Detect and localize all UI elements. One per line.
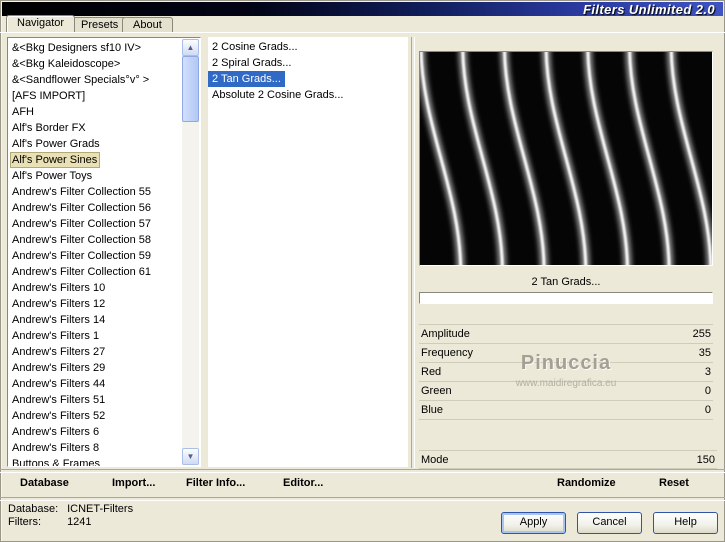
status-filters-label: Filters: bbox=[8, 516, 41, 528]
status-filters-value: 1241 bbox=[67, 516, 92, 528]
apply-button[interactable]: Apply bbox=[501, 512, 566, 534]
randomize-button[interactable]: Randomize bbox=[557, 470, 616, 496]
list-item[interactable]: Andrew's Filters 44 bbox=[10, 376, 108, 392]
status-database-value: ICNET-Filters bbox=[67, 503, 134, 515]
list-item[interactable]: Buttons & Frames bbox=[10, 456, 103, 466]
list-item-selected[interactable]: Alf's Power Sines bbox=[10, 152, 101, 168]
category-listbox: &<Bkg Designers sf10 IV> &<Bkg Kaleidosc… bbox=[7, 37, 201, 467]
list-item[interactable]: &<Sandflower Specials°v° > bbox=[10, 72, 152, 88]
list-item[interactable]: Andrew's Filters 6 bbox=[10, 424, 102, 440]
param-label: Red bbox=[421, 366, 442, 378]
editor-button[interactable]: Editor... bbox=[283, 470, 323, 496]
status-database: Database: ICNET-Filters bbox=[8, 503, 133, 515]
list-item[interactable]: Andrew's Filter Collection 59 bbox=[10, 248, 154, 264]
scrollbar[interactable]: ▲ ▼ bbox=[182, 39, 199, 465]
param-value: 255 bbox=[692, 328, 711, 340]
list-item[interactable]: Andrew's Filters 14 bbox=[10, 312, 108, 328]
filter-listbox: 2 Cosine Grads... 2 Spiral Grads... 2 Ta… bbox=[208, 37, 408, 467]
param-label: Blue bbox=[421, 404, 444, 416]
param-label: Frequency bbox=[421, 347, 473, 359]
tan-grads-pattern bbox=[420, 52, 712, 265]
param-slider-mode[interactable]: Mode 150 bbox=[419, 450, 717, 469]
param-value: 150 bbox=[696, 453, 715, 466]
scroll-down-icon[interactable]: ▼ bbox=[182, 448, 199, 465]
param-slider-frequency[interactable]: Frequency 35 bbox=[419, 344, 713, 363]
cancel-button[interactable]: Cancel bbox=[577, 512, 642, 534]
import-button[interactable]: Import... bbox=[112, 470, 155, 496]
progress-bar bbox=[419, 292, 713, 304]
list-item[interactable]: Andrew's Filters 12 bbox=[10, 296, 108, 312]
list-item[interactable]: Andrew's Filters 1 bbox=[10, 328, 102, 344]
filters-unlimited-window: Filters Unlimited 2.0 Navigator Presets … bbox=[0, 0, 725, 542]
list-item[interactable]: Andrew's Filter Collection 58 bbox=[10, 232, 154, 248]
list-item[interactable]: Alf's Power Grads bbox=[10, 136, 103, 152]
list-item[interactable]: Alf's Border FX bbox=[10, 120, 89, 136]
list-item[interactable]: [AFS IMPORT] bbox=[10, 88, 88, 104]
separator bbox=[0, 497, 725, 501]
list-item[interactable]: Alf's Power Toys bbox=[10, 168, 95, 184]
list-item[interactable]: Andrew's Filter Collection 61 bbox=[10, 264, 154, 280]
list-item[interactable]: Andrew's Filter Collection 56 bbox=[10, 200, 154, 216]
vertical-separator bbox=[411, 37, 415, 468]
database-button[interactable]: Database bbox=[20, 470, 69, 496]
filter-item[interactable]: Absolute 2 Cosine Grads... bbox=[208, 87, 347, 103]
list-item[interactable]: Andrew's Filters 51 bbox=[10, 392, 108, 408]
filter-item-selected[interactable]: 2 Tan Grads... bbox=[208, 71, 285, 87]
list-item[interactable]: Andrew's Filter Collection 55 bbox=[10, 184, 154, 200]
param-value: 3 bbox=[704, 366, 711, 378]
separator bbox=[0, 469, 725, 473]
param-slider-green[interactable]: Green 0 bbox=[419, 382, 713, 401]
param-label: Amplitude bbox=[421, 328, 470, 340]
param-label: Mode bbox=[421, 453, 449, 466]
window-title: Filters Unlimited 2.0 bbox=[583, 1, 715, 17]
preview-caption: 2 Tan Grads... bbox=[531, 276, 601, 288]
tab-about[interactable]: About bbox=[122, 17, 173, 32]
param-slider-amplitude[interactable]: Amplitude 255 bbox=[419, 325, 713, 344]
scrollbar-thumb[interactable] bbox=[182, 56, 199, 122]
status-database-label: Database: bbox=[8, 503, 59, 515]
param-slider-blue[interactable]: Blue 0 bbox=[419, 401, 713, 420]
list-item[interactable]: Andrew's Filters 29 bbox=[10, 360, 108, 376]
list-item[interactable]: Andrew's Filter Collection 57 bbox=[10, 216, 154, 232]
list-item[interactable]: &<Bkg Designers sf10 IV> bbox=[10, 40, 144, 56]
tab-presets[interactable]: Presets bbox=[70, 17, 130, 32]
filter-item[interactable]: 2 Spiral Grads... bbox=[208, 55, 295, 71]
param-value: 0 bbox=[704, 385, 711, 397]
list-item[interactable]: Andrew's Filters 10 bbox=[10, 280, 108, 296]
scroll-up-icon[interactable]: ▲ bbox=[182, 39, 199, 56]
title-bar: Filters Unlimited 2.0 bbox=[2, 2, 723, 16]
param-label: Green bbox=[421, 385, 452, 397]
help-button[interactable]: Help bbox=[653, 512, 718, 534]
tab-bar: Navigator Presets About bbox=[4, 15, 725, 32]
param-value: 0 bbox=[704, 404, 711, 416]
list-item[interactable]: &<Bkg Kaleidoscope> bbox=[10, 56, 123, 72]
filter-info-button[interactable]: Filter Info... bbox=[186, 470, 245, 496]
param-slider-red[interactable]: Red 3 bbox=[419, 363, 713, 382]
list-item[interactable]: Andrew's Filters 8 bbox=[10, 440, 102, 456]
list-item[interactable]: AFH bbox=[10, 104, 37, 120]
tab-navigator[interactable]: Navigator bbox=[6, 15, 76, 32]
param-value: 35 bbox=[698, 347, 711, 359]
preview-image bbox=[419, 51, 713, 266]
status-filters: Filters: 1241 bbox=[8, 516, 92, 528]
filter-item[interactable]: 2 Cosine Grads... bbox=[208, 39, 302, 55]
parameter-list: Amplitude 255 Frequency 35 Red 3 Green 0… bbox=[419, 324, 713, 420]
list-item[interactable]: Andrew's Filters 52 bbox=[10, 408, 108, 424]
list-item[interactable]: Andrew's Filters 27 bbox=[10, 344, 108, 360]
reset-button[interactable]: Reset bbox=[659, 470, 689, 496]
